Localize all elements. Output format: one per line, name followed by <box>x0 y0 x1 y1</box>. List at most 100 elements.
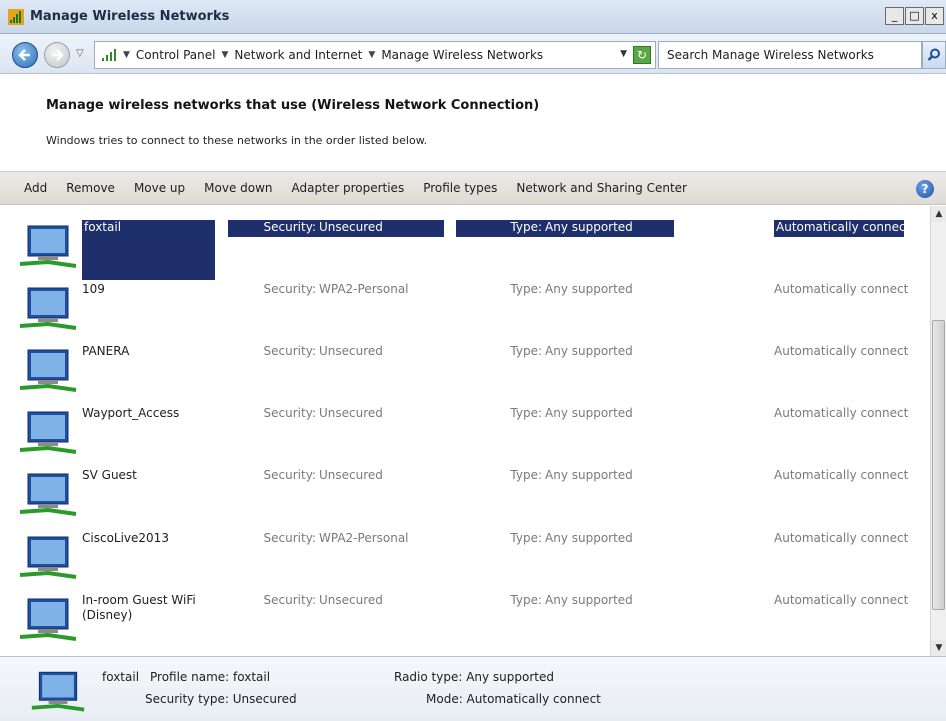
title-bar[interactable]: Manage Wireless Networks _ □ x <box>0 0 946 34</box>
security-label: Security: <box>263 220 316 234</box>
minimize-button[interactable]: _ <box>885 7 904 25</box>
type-value: Any supported <box>545 220 633 234</box>
close-button[interactable]: x <box>925 7 944 25</box>
search-input[interactable]: Search Manage Wireless Networks <box>658 41 922 69</box>
network-type: Type: Any supported <box>456 282 674 296</box>
network-type: Type: Any supported <box>456 344 674 358</box>
security-value: Unsecured <box>319 468 383 482</box>
search-icon <box>927 48 940 61</box>
breadcrumb[interactable]: ▼ Control Panel ▼ Network and Internet ▼… <box>94 41 656 69</box>
network-row-in-room-guest-wifi[interactable]: In-room Guest WiFi (Disney) Security: Uns… <box>0 579 930 641</box>
security-label: Security: <box>263 593 316 607</box>
network-connect-mode: Automatically connect <box>774 282 909 296</box>
security-label: Security: <box>263 468 316 482</box>
maximize-button[interactable]: □ <box>905 7 924 25</box>
address-dropdown-icon[interactable]: ▼ <box>620 49 627 59</box>
window-title: Manage Wireless Networks <box>30 9 230 24</box>
type-label: Type: <box>510 531 542 545</box>
refresh-button[interactable]: ↻ <box>633 46 651 64</box>
wireless-network-icon <box>19 536 77 579</box>
forward-button[interactable] <box>44 42 70 68</box>
security-value: Unsecured <box>319 344 383 358</box>
security-label: Security: <box>263 531 316 545</box>
recent-pages-chevron-icon[interactable]: ▽ <box>76 48 84 59</box>
window-controls: _ □ x <box>884 7 944 25</box>
move-down-button[interactable]: Move down <box>204 181 272 195</box>
wireless-network-icon <box>19 598 77 641</box>
network-connect-mode: Automatically connect <box>774 531 909 545</box>
type-value: Any supported <box>545 531 633 545</box>
details-profile-name: Profile name: foxtail <box>150 670 271 684</box>
network-name: Wayport_Access <box>82 406 180 420</box>
network-connect-mode: Automatically connect <box>774 593 909 607</box>
network-row-sv-guest[interactable]: SV Guest Security: Unsecured Type: Any sup… <box>0 454 930 516</box>
network-name: SV Guest <box>82 468 137 482</box>
wireless-signal-icon <box>8 9 24 25</box>
search-button[interactable] <box>922 41 946 69</box>
profile-types-button[interactable]: Profile types <box>423 181 497 195</box>
command-bar: Add Remove Move up Move down Adapter pro… <box>0 171 946 205</box>
network-row-ciscolive2013[interactable]: CiscoLive2013 Security: WPA2-Personal Typ… <box>0 517 930 579</box>
network-and-sharing-center-button[interactable]: Network and Sharing Center <box>516 181 687 195</box>
breadcrumb-chevron-icon[interactable]: ▼ <box>368 50 375 60</box>
network-type: Type: Any supported <box>456 220 674 237</box>
breadcrumb-control-panel[interactable]: Control Panel <box>136 48 216 62</box>
scroll-up-arrow-icon[interactable]: ▲ <box>931 206 946 222</box>
network-connect-mode: Automatically connect <box>774 344 909 358</box>
wireless-network-icon <box>19 287 77 330</box>
network-security: Security: Unsecured <box>228 344 444 358</box>
security-value: WPA2-Personal <box>319 282 409 296</box>
scroll-down-arrow-icon[interactable]: ▼ <box>931 640 946 656</box>
wireless-network-icon <box>19 473 77 516</box>
type-label: Type: <box>510 220 542 234</box>
scrollbar-thumb[interactable] <box>932 320 945 610</box>
network-connect-mode: Automatically connect <box>774 220 910 237</box>
type-label: Type: <box>510 282 542 296</box>
page-title: Manage wireless networks that use (Wirel… <box>46 98 540 113</box>
security-value: Unsecured <box>319 406 383 420</box>
security-label: Security: <box>263 406 316 420</box>
wireless-network-icon <box>31 671 85 712</box>
network-row-panera[interactable]: PANERA Security: Unsecured Type: Any suppo… <box>0 330 930 392</box>
breadcrumb-network-and-internet[interactable]: Network and Internet <box>234 48 362 62</box>
network-type: Type: Any supported <box>456 468 674 482</box>
security-label: Security: <box>263 282 316 296</box>
breadcrumb-chevron-icon[interactable]: ▼ <box>222 50 229 60</box>
breadcrumb-manage-wireless-networks[interactable]: Manage Wireless Networks <box>381 48 543 62</box>
type-value: Any supported <box>545 406 633 420</box>
back-button[interactable] <box>12 42 38 68</box>
network-bars-icon <box>102 49 116 61</box>
manage-wireless-networks-window: Manage Wireless Networks _ □ x ▽ ▼ Contr… <box>0 0 946 721</box>
security-value: Unsecured <box>319 220 383 234</box>
network-row-109[interactable]: 109 Security: WPA2-Personal Type: Any supp… <box>0 268 930 330</box>
security-label: Security: <box>263 344 316 358</box>
help-icon[interactable]: ? <box>916 180 934 198</box>
network-name: PANERA <box>82 344 130 358</box>
type-label: Type: <box>510 406 542 420</box>
wireless-network-icon <box>19 349 77 392</box>
network-row-wayport-access[interactable]: Wayport_Access Security: Unsecured Type: A… <box>0 392 930 454</box>
network-type: Type: Any supported <box>456 531 674 545</box>
vertical-scrollbar[interactable]: ▲ ▼ <box>930 206 946 656</box>
network-connect-mode: Automatically connect <box>774 406 909 420</box>
security-value: WPA2-Personal <box>319 531 409 545</box>
details-mode: Mode: Automatically connect <box>426 692 601 706</box>
move-up-button[interactable]: Move up <box>134 181 185 195</box>
network-type: Type: Any supported <box>456 593 674 607</box>
arrow-right-icon <box>52 49 64 61</box>
network-security: Security: Unsecured <box>228 593 444 607</box>
remove-button[interactable]: Remove <box>66 181 115 195</box>
adapter-properties-button[interactable]: Adapter properties <box>292 181 405 195</box>
network-security: Security: WPA2-Personal <box>228 531 444 545</box>
details-radio-type: Radio type: Any supported <box>394 670 555 684</box>
network-row-foxtail[interactable]: foxtail Security: Unsecured Type: Any supp… <box>0 206 930 280</box>
type-label: Type: <box>510 344 542 358</box>
wireless-network-icon <box>19 225 77 268</box>
network-connect-mode: Automatically connect <box>774 468 909 482</box>
address-bar: ▽ ▼ Control Panel ▼ Network and Internet… <box>0 34 946 74</box>
add-button[interactable]: Add <box>24 181 47 195</box>
network-list: foxtail Security: Unsecured Type: Any supp… <box>0 206 930 656</box>
type-value: Any supported <box>545 344 633 358</box>
details-network-name: foxtail <box>102 670 140 684</box>
network-security: Security: WPA2-Personal <box>228 282 444 296</box>
